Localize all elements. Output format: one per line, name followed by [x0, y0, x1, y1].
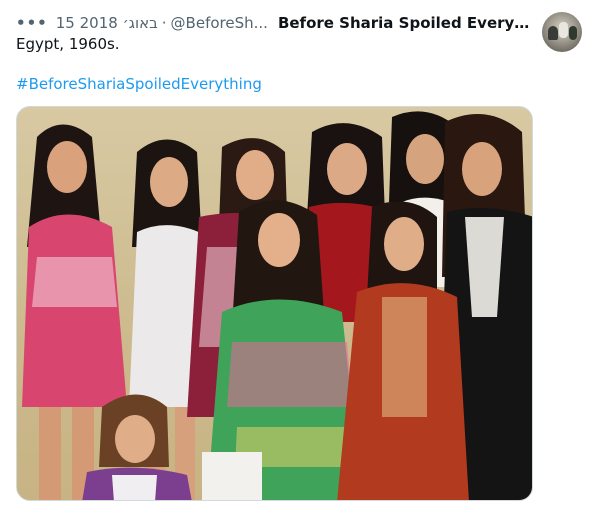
avatar[interactable]	[542, 12, 582, 52]
hashtag-link[interactable]: #BeforeShariaSpoiledEverything	[16, 74, 262, 94]
tweet-date[interactable]: 15 2018 באוג׳	[56, 14, 158, 32]
more-options-icon[interactable]: •••	[16, 14, 48, 32]
user-handle[interactable]: @BeforeSh...	[171, 14, 268, 32]
avatar-figure	[569, 26, 577, 40]
tweet-photo[interactable]	[16, 106, 533, 501]
avatar-figure	[559, 22, 568, 38]
avatar-figure	[548, 26, 558, 40]
white-stool	[202, 452, 262, 500]
tweet-text: Egypt, 1960s.	[16, 35, 120, 53]
group-photo-illustration	[22, 111, 532, 500]
tweet-header: ••• 15 2018 באוג׳ · @BeforeSh... Before …	[16, 12, 532, 34]
tweet: ••• 15 2018 באוג׳ · @BeforeSh... Before …	[0, 0, 598, 508]
display-name[interactable]: Before Sharia Spoiled Everyth...	[278, 14, 532, 32]
separator-dot: ·	[161, 14, 167, 32]
